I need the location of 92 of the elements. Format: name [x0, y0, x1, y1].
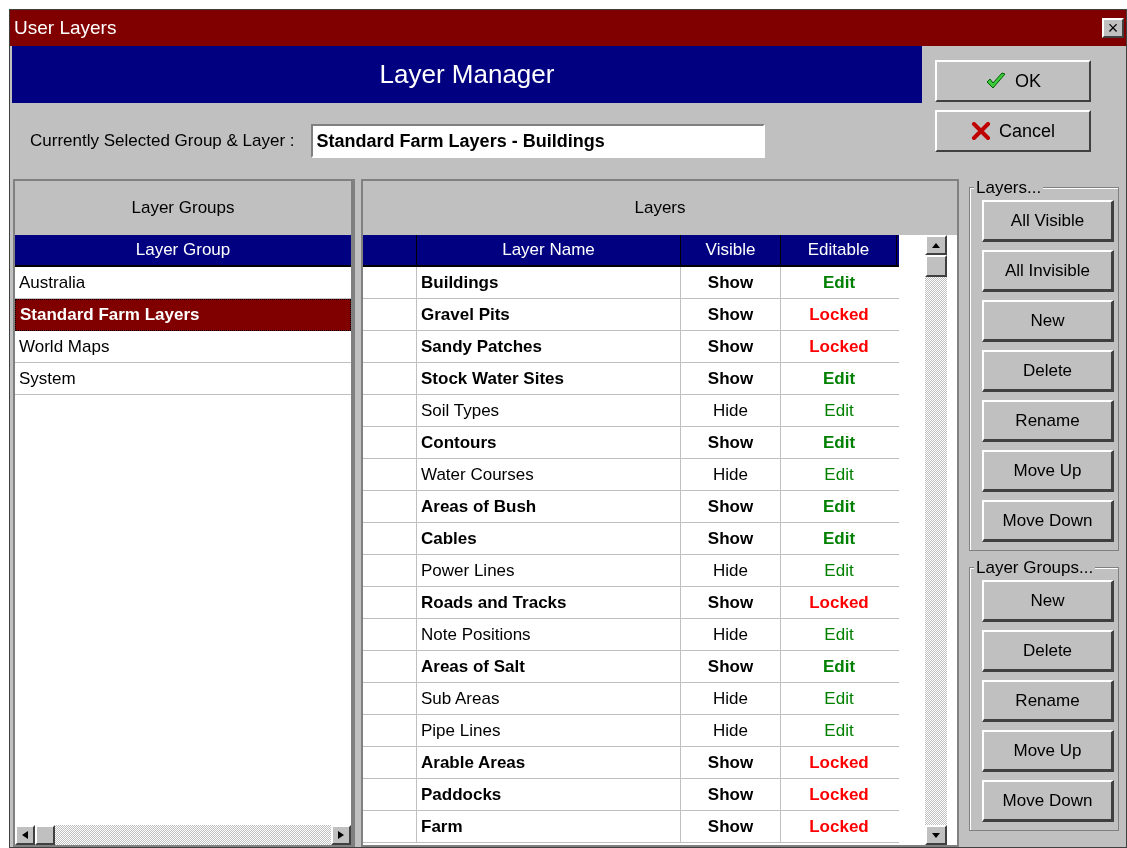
editable-cell[interactable]: Edit — [781, 715, 897, 746]
visible-cell[interactable]: Show — [681, 299, 781, 330]
column-header: Layer Group — [15, 235, 351, 267]
editable-cell[interactable]: Edit — [781, 427, 897, 458]
scrollbar-thumb[interactable] — [35, 825, 55, 845]
editable-cell[interactable]: Locked — [781, 779, 897, 810]
horizontal-scrollbar[interactable] — [15, 825, 351, 845]
layer-name-cell: Areas of Bush — [417, 491, 681, 522]
action-button[interactable]: All Invisible — [982, 250, 1114, 292]
current-field[interactable]: Standard Farm Layers - Buildings — [310, 124, 765, 158]
close-button[interactable]: × — [1102, 18, 1124, 38]
visible-cell[interactable]: Show — [681, 363, 781, 394]
layer-name-cell: Note Positions — [417, 619, 681, 650]
left-arrow-icon[interactable] — [22, 831, 28, 839]
layer-name-cell: Areas of Salt — [417, 651, 681, 682]
editable-cell[interactable]: Edit — [781, 363, 897, 394]
group-item[interactable]: World Maps — [15, 331, 351, 363]
layer-name-cell: Farm — [417, 811, 681, 842]
editable-cell[interactable]: Edit — [781, 395, 897, 426]
editable-cell[interactable]: Edit — [781, 555, 897, 586]
down-arrow-icon[interactable] — [932, 832, 940, 838]
vertical-scrollbar[interactable] — [925, 235, 947, 845]
layer-name-cell: Roads and Tracks — [417, 587, 681, 618]
window-title: User Layers — [14, 15, 117, 40]
editable-cell[interactable]: Edit — [781, 619, 897, 650]
action-button[interactable]: Rename — [982, 400, 1114, 442]
editable-cell[interactable]: Locked — [781, 747, 897, 778]
action-button[interactable]: All Visible — [982, 200, 1114, 242]
layer-name-cell: Buildings — [417, 267, 681, 298]
visible-cell[interactable]: Show — [681, 811, 781, 842]
layer-name-cell: Pipe Lines — [417, 715, 681, 746]
editable-cell[interactable]: Locked — [781, 299, 897, 330]
header-title: Layer Manager — [379, 58, 555, 91]
up-arrow-icon[interactable] — [932, 242, 940, 248]
visible-cell[interactable]: Show — [681, 427, 781, 458]
layer-name-cell: Paddocks — [417, 779, 681, 810]
visible-cell[interactable]: Hide — [681, 683, 781, 714]
action-button[interactable]: Move Up — [982, 450, 1114, 492]
panel-header: Layers — [633, 197, 687, 220]
visible-cell[interactable]: Show — [681, 779, 781, 810]
layer-name-cell: Contours — [417, 427, 681, 458]
action-button[interactable]: Move Down — [982, 780, 1114, 822]
visible-cell[interactable]: Hide — [681, 555, 781, 586]
cancel-button[interactable]: Cancel — [935, 110, 1091, 152]
editable-cell[interactable]: Edit — [781, 491, 897, 522]
layer-name-cell: Stock Water Sites — [417, 363, 681, 394]
cross-icon — [971, 122, 991, 140]
action-button[interactable]: New — [982, 580, 1114, 622]
layer-name-cell: Sub Areas — [417, 683, 681, 714]
check-icon — [985, 71, 1007, 91]
visible-cell[interactable]: Show — [681, 523, 781, 554]
action-button[interactable]: Move Down — [982, 500, 1114, 542]
visible-cell[interactable]: Show — [681, 587, 781, 618]
editable-cell[interactable]: Edit — [781, 683, 897, 714]
action-button[interactable]: Move Up — [982, 730, 1114, 772]
editable-cell[interactable]: Edit — [781, 267, 897, 298]
visible-cell[interactable]: Show — [681, 747, 781, 778]
layer-name-cell: Cables — [417, 523, 681, 554]
column-header: Editable — [781, 235, 897, 265]
ok-button[interactable]: OK — [935, 60, 1091, 102]
layer-name-cell: Power Lines — [417, 555, 681, 586]
scrollbar-thumb[interactable] — [925, 255, 947, 277]
current-label: Currently Selected Group & Layer : — [30, 130, 295, 153]
layer-name-cell: Sandy Patches — [417, 331, 681, 362]
action-button[interactable]: Rename — [982, 680, 1114, 722]
visible-cell[interactable]: Show — [681, 331, 781, 362]
visible-cell[interactable]: Hide — [681, 395, 781, 426]
editable-cell[interactable]: Edit — [781, 459, 897, 490]
editable-cell[interactable]: Locked — [781, 587, 897, 618]
panel-header: Layer Groups — [130, 197, 236, 220]
group-item[interactable]: System — [15, 363, 351, 395]
group-item[interactable]: Standard Farm Layers — [15, 299, 351, 331]
visible-cell[interactable]: Hide — [681, 619, 781, 650]
layer-name-cell: Water Courses — [417, 459, 681, 490]
layer-name-cell: Arable Areas — [417, 747, 681, 778]
visible-cell[interactable]: Hide — [681, 715, 781, 746]
editable-cell[interactable]: Edit — [781, 523, 897, 554]
action-button[interactable]: Delete — [982, 350, 1114, 392]
layer-name-cell: Gravel Pits — [417, 299, 681, 330]
action-button[interactable]: Delete — [982, 630, 1114, 672]
right-arrow-icon[interactable] — [338, 831, 344, 839]
editable-cell[interactable]: Edit — [781, 651, 897, 682]
column-header: Layer Name — [417, 235, 681, 265]
visible-cell[interactable]: Show — [681, 651, 781, 682]
editable-cell[interactable]: Locked — [781, 331, 897, 362]
visible-cell[interactable]: Show — [681, 491, 781, 522]
column-header: Visible — [681, 235, 781, 265]
visible-cell[interactable]: Hide — [681, 459, 781, 490]
action-button[interactable]: New — [982, 300, 1114, 342]
editable-cell[interactable]: Locked — [781, 811, 897, 842]
visible-cell[interactable]: Show — [681, 267, 781, 298]
layer-name-cell: Soil Types — [417, 395, 681, 426]
